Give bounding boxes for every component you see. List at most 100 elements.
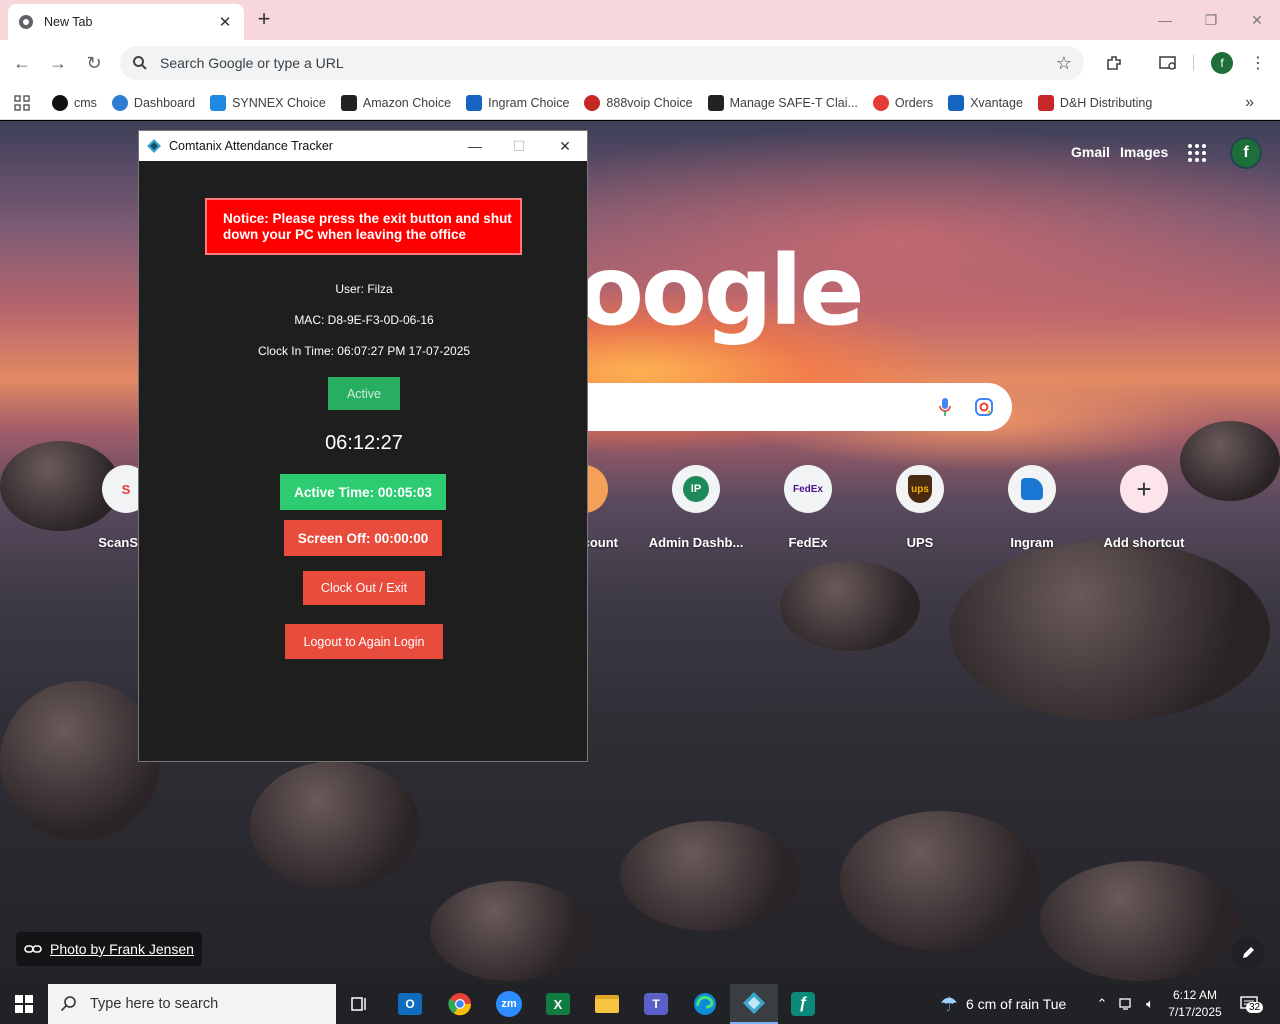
google-lens-icon[interactable] xyxy=(974,397,994,417)
ip-icon: IP xyxy=(672,465,720,513)
volume-icon[interactable]: 🔈︎ xyxy=(1140,984,1160,1024)
teams-icon[interactable]: T xyxy=(632,984,680,1024)
bookmark-dashboard[interactable]: Dashboard xyxy=(111,94,195,111)
extensions-icon[interactable] xyxy=(1102,51,1126,75)
search-icon xyxy=(133,56,147,70)
bookmark-synnex-choice[interactable]: SYNNEX Choice xyxy=(210,94,326,111)
outlook-icon[interactable]: O xyxy=(386,984,434,1024)
user-label: User: Filza xyxy=(335,282,393,296)
background-rock xyxy=(950,541,1270,721)
plus-icon: + xyxy=(1120,465,1168,513)
bookmark-manage-safe-t[interactable]: Manage SAFE-T Clai... xyxy=(707,94,858,111)
search-icon xyxy=(60,996,76,1012)
edge-icon[interactable] xyxy=(681,984,729,1024)
tracker-titlebar: Comtanix Attendance Tracker — ☐ ✕ xyxy=(139,131,587,161)
tracker-window-title: Comtanix Attendance Tracker xyxy=(169,139,333,153)
back-button[interactable]: ← xyxy=(10,51,34,75)
clock-time: 6:12 AM xyxy=(1172,988,1218,1002)
logout-button[interactable]: Logout to Again Login xyxy=(285,624,443,659)
windows-icon xyxy=(15,995,33,1013)
shortcut-admin-dashboard[interactable]: IP Admin Dashb... xyxy=(640,465,752,550)
ingram-icon xyxy=(1008,465,1056,513)
toolbar-divider xyxy=(1193,55,1194,71)
current-time: 06:12:27 xyxy=(325,432,403,454)
notification-count-badge: 32 xyxy=(1246,1002,1264,1013)
tracker-minimize-button[interactable]: — xyxy=(452,131,498,161)
tracker-close-button[interactable]: ✕ xyxy=(542,131,588,161)
bookmark-amazon-choice[interactable]: Amazon Choice xyxy=(340,94,451,111)
taskbar-search-box[interactable]: Type here to search xyxy=(48,984,336,1024)
omnibox[interactable]: Search Google or type a URL ☆ xyxy=(120,46,1084,80)
bookmark-xvantage[interactable]: Xvantage xyxy=(948,94,1023,111)
chrome-taskbar-icon[interactable] xyxy=(436,984,484,1024)
bookmark-cms[interactable]: cms xyxy=(52,94,97,111)
menu-icon[interactable]: ⋮ xyxy=(1246,51,1270,75)
start-button[interactable] xyxy=(0,984,48,1024)
amazon-icon xyxy=(707,94,724,111)
fedex-icon: FedEx xyxy=(784,465,832,513)
shortcut-fedex[interactable]: FedEx FedEx xyxy=(752,465,864,550)
close-window-button[interactable]: ✕ xyxy=(1234,0,1280,40)
file-explorer-icon[interactable] xyxy=(583,984,631,1024)
mac-label: MAC: D8-9E-F3-0D-06-16 xyxy=(294,313,434,327)
cms-icon xyxy=(52,94,68,111)
gmail-link[interactable]: Gmail xyxy=(1071,144,1110,160)
microphone-icon[interactable] xyxy=(938,397,952,417)
notice-banner: Notice: Please press the exit button and… xyxy=(205,198,522,255)
forward-button[interactable]: → xyxy=(46,51,70,75)
background-rock xyxy=(430,881,590,981)
tab-new-tab[interactable]: New Tab ✕ xyxy=(8,4,244,40)
background-rock xyxy=(1040,861,1240,981)
shortcut-ingram[interactable]: Ingram xyxy=(976,465,1088,550)
comtanix-taskbar-icon[interactable] xyxy=(730,984,778,1024)
new-tab-button[interactable]: + xyxy=(252,8,276,32)
taskbar-search-placeholder: Type here to search xyxy=(90,996,219,1012)
apps-grid-icon[interactable] xyxy=(14,94,30,111)
ntp-search-box[interactable] xyxy=(560,383,1012,431)
google-apps-icon[interactable] xyxy=(1186,142,1208,164)
screen-off-indicator: Screen Off: 00:00:00 xyxy=(284,520,442,556)
bookmark-dh-distributing[interactable]: D&H Distributing xyxy=(1037,94,1152,111)
attendance-tracker-window: Comtanix Attendance Tracker — ☐ ✕ Notice… xyxy=(138,130,588,762)
ups-icon: ups xyxy=(896,465,944,513)
synnex-icon xyxy=(210,94,227,111)
bookmark-888voip-choice[interactable]: 888voip Choice xyxy=(584,94,693,111)
browser-toolbar: ← → ↻ Search Google or type a URL ☆ f ⋮ xyxy=(0,40,1280,86)
reload-button[interactable]: ↻ xyxy=(82,51,106,75)
zoom-icon[interactable]: zm xyxy=(485,984,533,1024)
minimize-button[interactable]: — xyxy=(1142,0,1188,40)
photo-credit[interactable]: Photo by Frank Jensen xyxy=(16,932,202,966)
weather-widget[interactable]: ☂ 6 cm of rain Tue xyxy=(940,984,1066,1024)
network-icon[interactable] xyxy=(1116,984,1138,1024)
account-avatar[interactable]: f xyxy=(1230,137,1262,169)
images-link[interactable]: Images xyxy=(1120,144,1168,160)
customize-pencil-icon[interactable] xyxy=(1232,937,1264,969)
tracker-body: Notice: Please press the exit button and… xyxy=(139,161,587,761)
bookmark-ingram-choice[interactable]: Ingram Choice xyxy=(466,94,569,111)
excel-icon[interactable]: X xyxy=(534,984,582,1024)
show-hidden-icons-chevron-icon[interactable]: ⌃ xyxy=(1092,984,1112,1024)
amazon-icon xyxy=(340,94,357,111)
clock-out-exit-button[interactable]: Clock Out / Exit xyxy=(303,571,425,605)
background-rock xyxy=(780,561,920,651)
shortcut-ups[interactable]: ups UPS xyxy=(864,465,976,550)
system-clock[interactable]: 6:12 AM 7/17/2025 xyxy=(1162,987,1228,1021)
taskbar: Type here to search O zm X T ƒ ☂ 6 cm of… xyxy=(0,984,1280,1024)
restore-button[interactable]: ❐ xyxy=(1188,0,1234,40)
cast-icon[interactable] xyxy=(1156,51,1180,75)
weather-text: 6 cm of rain Tue xyxy=(965,996,1067,1012)
task-view-icon[interactable] xyxy=(336,984,384,1024)
bookmark-star-icon[interactable]: ☆ xyxy=(1056,53,1072,74)
omnibox-placeholder: Search Google or type a URL xyxy=(160,55,344,71)
status-badge: Active xyxy=(328,377,400,410)
orders-icon xyxy=(872,94,889,111)
xvantage-icon xyxy=(948,94,965,111)
bookmark-orders[interactable]: Orders xyxy=(872,94,933,111)
shortcut-add[interactable]: + Add shortcut xyxy=(1088,465,1200,550)
clock-date: 7/17/2025 xyxy=(1168,1005,1222,1019)
background-rock xyxy=(840,811,1040,951)
more-bookmarks-icon[interactable]: » xyxy=(1245,94,1254,112)
tab-close-icon[interactable]: ✕ xyxy=(216,13,234,31)
script-app-icon[interactable]: ƒ xyxy=(779,984,827,1024)
profile-button[interactable]: f xyxy=(1211,52,1233,74)
